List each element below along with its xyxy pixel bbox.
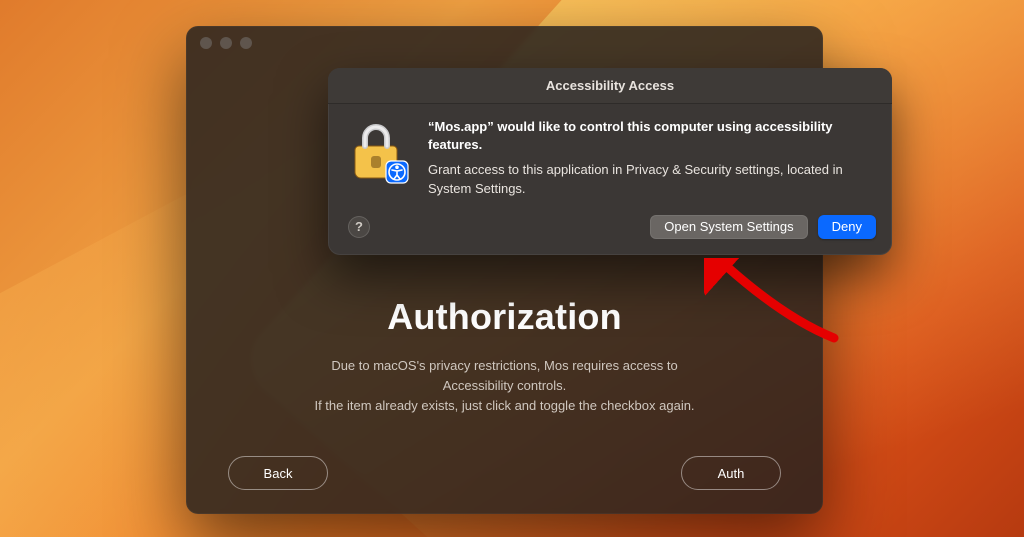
back-button[interactable]: Back [228, 456, 328, 490]
window-close-dot[interactable] [200, 37, 212, 49]
auth-button[interactable]: Auth [681, 456, 781, 490]
help-button[interactable]: ? [348, 216, 370, 238]
alert-title: Accessibility Access [328, 68, 892, 104]
alert-footer: ? Open System Settings Deny [328, 209, 892, 255]
alert-body: “Mos.app” would like to control this com… [328, 104, 892, 209]
accessibility-alert: Accessibility Access [328, 68, 892, 255]
alert-icon [346, 118, 412, 199]
alert-subtext: Grant access to this application in Priv… [428, 161, 874, 199]
window-titlebar [186, 26, 823, 60]
window-minimize-dot[interactable] [220, 37, 232, 49]
alert-text: “Mos.app” would like to control this com… [428, 118, 874, 199]
lock-accessibility-icon [349, 120, 409, 184]
authorization-description: Due to macOS's privacy restrictions, Mos… [226, 356, 783, 416]
authorization-description-line: If the item already exists, just click a… [226, 396, 783, 416]
deny-button[interactable]: Deny [818, 215, 876, 239]
authorization-description-line: Accessibility controls. [226, 376, 783, 396]
authorization-buttons: Back Auth [186, 456, 823, 490]
authorization-description-line: Due to macOS's privacy restrictions, Mos… [226, 356, 783, 376]
authorization-heading: Authorization [226, 296, 783, 338]
open-system-settings-button[interactable]: Open System Settings [650, 215, 807, 239]
window-zoom-dot[interactable] [240, 37, 252, 49]
alert-headline: “Mos.app” would like to control this com… [428, 118, 874, 153]
